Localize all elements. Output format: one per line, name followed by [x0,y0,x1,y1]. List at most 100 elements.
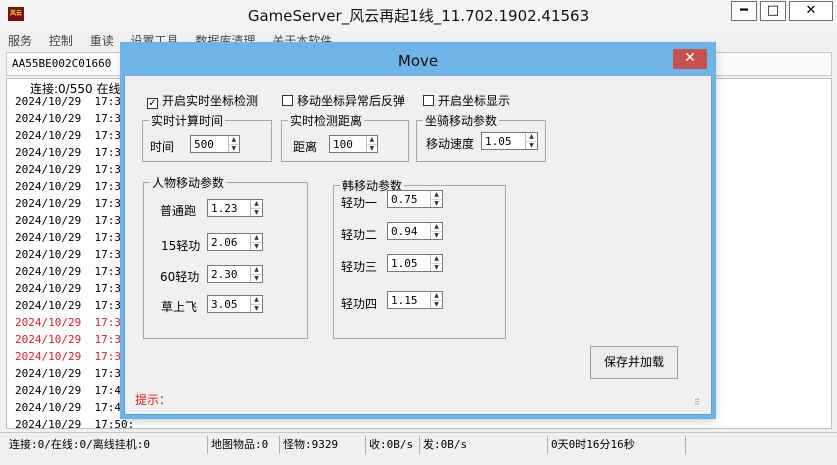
checkbox-label: 开启实时坐标检测 [162,94,259,108]
spin-up-icon[interactable]: ▲ [431,191,442,199]
checkbox-label: 移动坐标异常后反弹 [297,94,406,108]
han-qinggong2-input[interactable] [388,223,431,239]
log-row: 2024/10/29 17:35: [15,214,135,227]
status-uptime: 0天0时16分16秒 [548,436,686,454]
check-distance-stepper[interactable]: ▲▼ [329,135,378,153]
spin-down-icon[interactable]: ▼ [431,199,442,208]
spin-down-icon[interactable]: ▼ [251,208,262,217]
spin-up-icon[interactable]: ▲ [251,200,262,208]
qinggong60-input[interactable] [208,266,251,282]
field-label: 时间 [150,140,175,154]
checkbox-coord-display[interactable]: 开启坐标显示 [423,92,510,109]
log-row: 2024/10/29 17:35: [15,333,135,346]
spin-up-icon[interactable]: ▲ [526,133,537,141]
spin-down-icon[interactable]: ▼ [228,144,239,153]
status-map-items: 地图物品:0 [208,436,280,454]
qinggong15-stepper[interactable]: ▲▼ [207,233,263,251]
field-label: 普通跑 [160,204,197,218]
spin-down-icon[interactable]: ▼ [431,300,442,309]
save-and-load-button[interactable]: 保存并加载 [590,346,678,379]
log-row: 2024/10/29 17:45: [15,401,135,414]
checkbox-rebound[interactable]: 移动坐标异常后反弹 [282,92,405,109]
log-row: 2024/10/29 17:35: [15,282,135,295]
hint-label: 提示： [135,393,172,407]
log-row: 2024/10/29 17:35: [15,129,135,142]
resize-grip-icon[interactable]: ⠿ [694,398,700,407]
han-qinggong4-input[interactable] [388,292,431,308]
minimize-button[interactable]: ━ [731,1,757,21]
han-qinggong3-stepper[interactable]: ▲▼ [387,254,443,272]
check-icon: ✓ [147,98,158,109]
spin-up-icon[interactable]: ▲ [367,136,377,144]
spin-up-icon[interactable]: ▲ [431,292,442,300]
spin-up-icon[interactable]: ▲ [431,223,442,231]
spin-down-icon[interactable]: ▼ [431,263,442,272]
status-send: 发:0B/s [420,436,548,454]
log-row: 2024/10/29 17:35: [15,265,135,278]
checkbox-realtime-coord[interactable]: ✓ 开启实时坐标检测 [147,92,258,109]
run-speed-input[interactable] [208,200,251,216]
dialog-title: Move [397,52,439,70]
log-row: 2024/10/29 17:35: [15,316,135,329]
spin-up-icon[interactable]: ▲ [229,136,239,144]
spin-up-icon[interactable]: ▲ [251,234,262,242]
field-label: 轻功二 [341,228,378,242]
status-monsters: 怪物:9329 [280,436,366,454]
han-qinggong3-input[interactable] [388,255,431,271]
log-row: 2024/10/29 17:35: [15,350,135,363]
spin-down-icon[interactable]: ▼ [526,141,537,150]
log-row: 2024/10/29 17:35: [15,299,135,312]
mount-speed-input[interactable] [482,133,526,149]
group-legend: 坐骑移动参数 [425,114,498,128]
log-row: 2024/10/29 17:35: [15,180,135,193]
spin-down-icon[interactable]: ▼ [251,242,262,251]
check-distance-input[interactable] [330,136,366,152]
log-row: 2024/10/29 17:35: [15,146,135,159]
grassfly-input[interactable] [208,296,251,312]
spin-up-icon[interactable]: ▲ [431,255,442,263]
log-row: 2024/10/29 17:35: [15,248,135,261]
field-label: 移动速度 [426,137,475,151]
checkbox-box [282,95,293,106]
menu-item-reload[interactable]: 重读 [90,34,114,48]
log-row: 2024/10/29 17:50: [15,418,135,431]
log-row: 2024/10/29 17:35: [15,112,135,125]
status-connections: 连接:0/在线:0/离线挂机:0 [6,436,208,454]
group-legend: 实时检测距离 [290,114,363,128]
grassfly-stepper[interactable]: ▲▼ [207,295,263,313]
spin-down-icon[interactable]: ▼ [366,144,377,153]
group-legend: 实时计算时间 [151,114,224,128]
checkbox-box [423,95,434,106]
maximize-button[interactable]: □ [760,1,786,21]
spin-up-icon[interactable]: ▲ [251,266,262,274]
han-qinggong1-stepper[interactable]: ▲▼ [387,190,443,208]
run-speed-stepper[interactable]: ▲▼ [207,199,263,217]
han-qinggong4-stepper[interactable]: ▲▼ [387,291,443,309]
status-recv: 收:0B/s [366,436,420,454]
log-row: 2024/10/29 17:35: [15,95,135,108]
log-row: 2024/10/29 17:36: [15,367,135,380]
window-title: GameServer_风云再起1线_11.702.1902.41563 [247,7,590,25]
field-label: 距离 [293,140,318,154]
han-qinggong1-input[interactable] [388,191,431,207]
menu-item-service[interactable]: 服务 [8,34,32,48]
dialog-close-button[interactable]: ✕ [673,49,707,69]
spin-down-icon[interactable]: ▼ [251,274,262,283]
menu-item-control[interactable]: 控制 [49,34,73,48]
log-row: 2024/10/29 17:35: [15,231,135,244]
qinggong60-stepper[interactable]: ▲▼ [207,265,263,283]
log-row: 2024/10/29 17:40: [15,384,135,397]
han-qinggong2-stepper[interactable]: ▲▼ [387,222,443,240]
mount-speed-stepper[interactable]: ▲▼ [481,132,538,150]
spin-down-icon[interactable]: ▼ [251,304,262,313]
spin-down-icon[interactable]: ▼ [431,231,442,240]
calc-time-stepper[interactable]: ▲▼ [190,135,240,153]
field-label: 60轻功 [160,270,200,284]
close-button[interactable]: ✕ [789,1,833,21]
field-label: 轻功一 [341,196,378,210]
device-id-label: AA55BE002C01660 [12,57,112,70]
group-legend: 人物移动参数 [152,176,225,190]
calc-time-input[interactable] [191,136,228,152]
qinggong15-input[interactable] [208,234,251,250]
spin-up-icon[interactable]: ▲ [251,296,262,304]
